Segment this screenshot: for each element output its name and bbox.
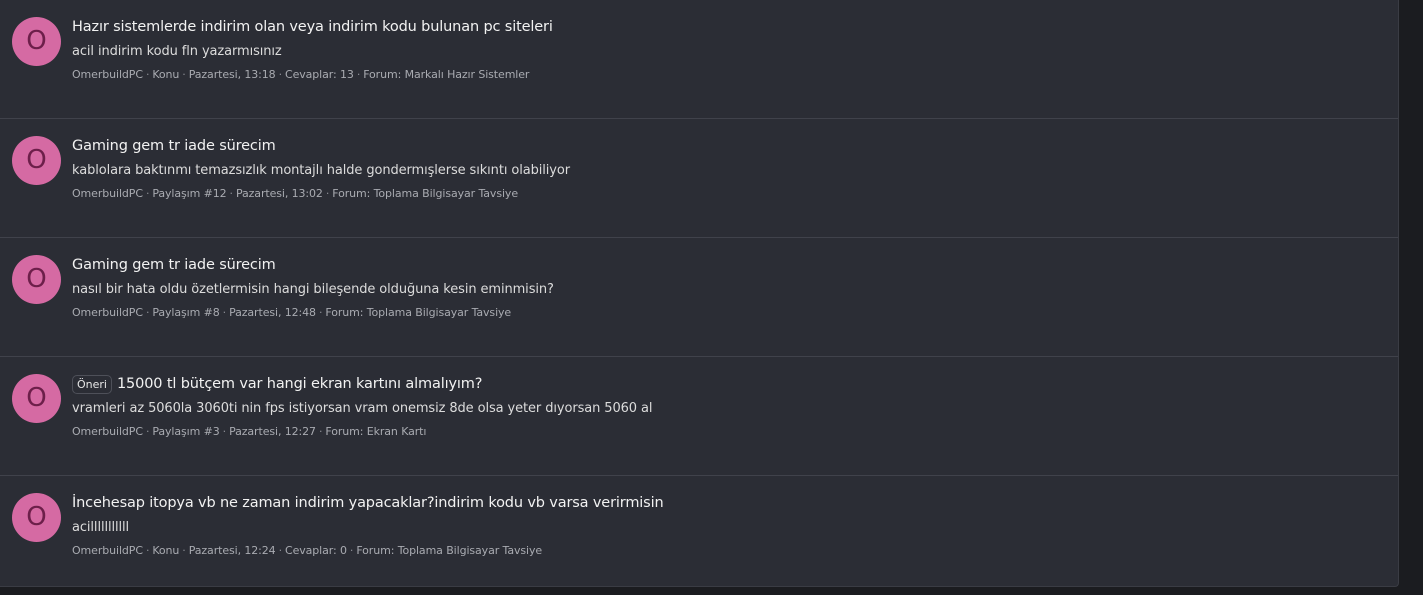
meta-separator: · [145,68,150,81]
meta-separator: · [145,425,150,438]
result-type: Paylaşım #12 [152,187,227,200]
meta-separator: · [145,187,150,200]
author-avatar[interactable]: O [12,17,61,66]
result-title-line: Gaming gem tr iade sürecim [72,135,1378,157]
meta-separator: · [278,544,283,557]
meta-separator: · [222,425,227,438]
result-type: Paylaşım #3 [152,425,220,438]
result-date: Pazartesi, 13:18 [188,68,276,81]
author-avatar[interactable]: O [12,374,61,423]
meta-separator: · [318,425,323,438]
meta-separator: · [325,187,330,200]
author-link[interactable]: OmerbuildPC [72,306,143,319]
forum-link[interactable]: Forum: Toplama Bilgisayar Tavsiye [332,187,518,200]
result-title-link[interactable]: 15000 tl bütçem var hangi ekran kartını … [117,376,482,392]
author-link[interactable]: OmerbuildPC [72,68,143,81]
forum-link[interactable]: Forum: Ekran Kartı [325,425,426,438]
result-meta: OmerbuildPC · Paylaşım #3 · Pazartesi, 12:27… [72,424,1378,440]
result-type: Paylaşım #8 [152,306,220,319]
result-meta: OmerbuildPC · Paylaşım #12 · Pazartesi, 13:0… [72,186,1378,202]
meta-separator: · [182,68,186,81]
author-link[interactable]: OmerbuildPC [72,425,143,438]
meta-separator: · [229,187,234,200]
result-date: Pazartesi, 13:02 [235,187,323,200]
result-date: Pazartesi, 12:24 [188,544,276,557]
result-snippet: kablolara baktınmı temazsızlık montajlı … [72,163,570,178]
search-results-list: O Hazır sistemlerde indirim olan veya ind… [0,0,1399,587]
meta-separator: · [356,68,361,81]
result-content: Gaming gem tr iade sürecim kablolara bakt… [72,135,1378,202]
result-date: Pazartesi, 12:27 [229,425,316,438]
author-link[interactable]: OmerbuildPC [72,187,143,200]
author-avatar[interactable]: O [12,136,61,185]
meta-separator: · [318,306,323,319]
result-content: Öneri 15000 tl bütçem var hangi ekran kar… [72,373,1378,440]
author-avatar[interactable]: O [12,255,61,304]
result-title-line: Öneri 15000 tl bütçem var hangi ekran kar… [72,373,1378,395]
forum-link[interactable]: Forum: Toplama Bilgisayar Tavsiye [325,306,511,319]
meta-separator: · [278,68,283,81]
forum-link[interactable]: Forum: Toplama Bilgisayar Tavsiye [356,544,542,557]
result-snippet: acilllllllllll [72,520,130,535]
result-meta: OmerbuildPC · Konu · Pazartesi, 13:18 · Cevapl… [72,67,1378,83]
result-title-link[interactable]: İncehesap itopya vb ne zaman indirim yap… [72,495,664,511]
author-avatar[interactable]: O [12,493,61,542]
meta-separator: · [145,306,150,319]
result-meta: OmerbuildPC · Konu · Pazartesi, 12:24 · Cevapl… [72,543,1378,559]
meta-separator: · [222,306,227,319]
meta-separator: · [349,544,354,557]
result-title-line: Hazır sistemlerde indirim olan veya indi… [72,16,1378,38]
search-result-item: O Gaming gem tr iade sürecim nasıl bir hat… [0,238,1398,357]
result-title-line: İncehesap itopya vb ne zaman indirim yap… [72,492,1378,514]
reply-count: Cevaplar: 13 [285,68,354,81]
meta-separator: · [182,544,186,557]
result-snippet: vramleri az 5060la 3060ti nin fps istiyo… [72,401,653,416]
search-result-item: O Gaming gem tr iade sürecim kablolara bak… [0,119,1398,238]
result-content: Hazır sistemlerde indirim olan veya indi… [72,16,1378,83]
result-title-link[interactable]: Gaming gem tr iade sürecim [72,138,276,154]
author-link[interactable]: OmerbuildPC [72,544,143,557]
result-type: Konu [152,544,180,557]
reply-count: Cevaplar: 0 [285,544,347,557]
meta-separator: · [145,544,150,557]
result-snippet: acil indirim kodu fln yazarmısınız [72,44,282,59]
forum-link[interactable]: Forum: Markalı Hazır Sistemler [363,68,529,81]
result-title-line: Gaming gem tr iade sürecim [72,254,1378,276]
result-type: Konu [152,68,180,81]
result-meta: OmerbuildPC · Paylaşım #8 · Pazartesi, 12:48… [72,305,1378,321]
result-title-link[interactable]: Gaming gem tr iade sürecim [72,257,276,273]
result-date: Pazartesi, 12:48 [229,306,316,319]
search-result-item: O Hazır sistemlerde indirim olan veya ind… [0,0,1398,119]
search-result-item: O İncehesap itopya vb ne zaman indirim ya… [0,476,1398,595]
search-result-item: O Öneri 15000 tl bütçem var hangi ekran ka… [0,357,1398,476]
prefix-label-badge[interactable]: Öneri [72,374,112,394]
result-content: Gaming gem tr iade sürecim nasıl bir hata… [72,254,1378,321]
result-title-link[interactable]: Hazır sistemlerde indirim olan veya indi… [72,19,553,35]
result-snippet: nasıl bir hata oldu özetlermisin hangi b… [72,282,554,297]
result-content: İncehesap itopya vb ne zaman indirim yap… [72,492,1378,559]
